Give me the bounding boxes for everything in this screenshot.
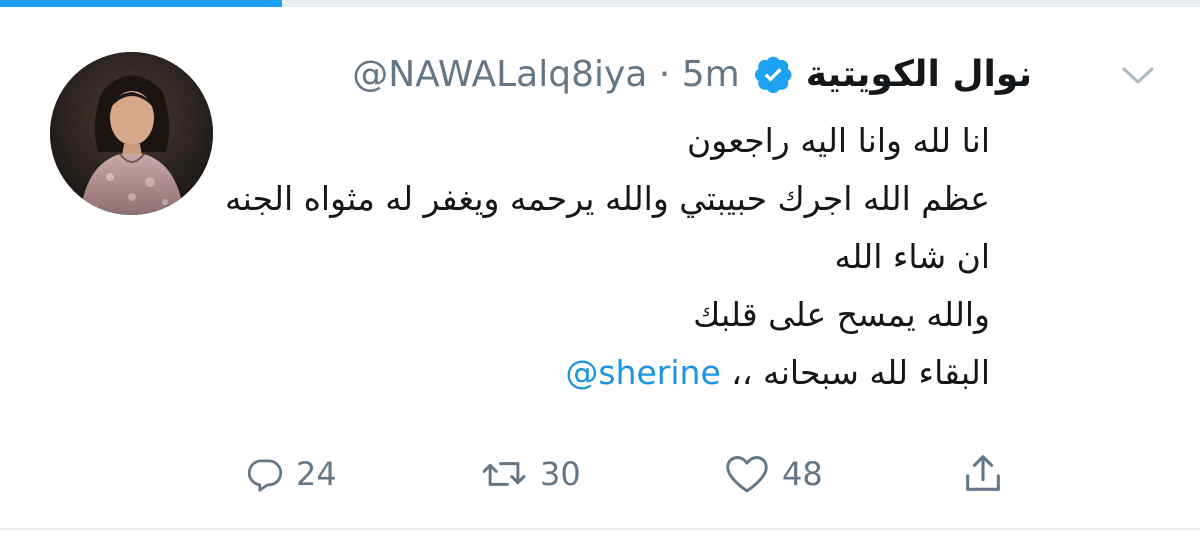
reply-icon bbox=[247, 459, 283, 492]
share-button[interactable] bbox=[960, 450, 1006, 498]
like-button[interactable]: 48 bbox=[722, 450, 823, 498]
avatar-image bbox=[50, 52, 213, 215]
top-progress-fill bbox=[0, 0, 282, 7]
verified-badge-icon bbox=[754, 54, 794, 94]
mention-link[interactable]: @sherine bbox=[565, 353, 720, 392]
reply-count: 24 bbox=[296, 455, 337, 493]
retweet-button[interactable]: 30 bbox=[478, 450, 581, 498]
top-progress-track bbox=[0, 0, 1200, 7]
retweet-count: 30 bbox=[540, 455, 581, 493]
tweet-text: انا لله وانا اليه راجعون عظم الله اجرك ح… bbox=[224, 112, 990, 402]
time-separator: · bbox=[658, 53, 671, 95]
tweet-line-text: البقاء لله سبحانه ،، bbox=[731, 353, 990, 392]
display-name[interactable]: نوال الكويتية bbox=[806, 54, 1032, 95]
tweet-line-last: البقاء لله سبحانه ،، @sherine bbox=[230, 344, 990, 402]
handle-and-time[interactable]: @NAWALalq8iya · 5m bbox=[352, 54, 739, 95]
tweet-line: ان شاء الله bbox=[834, 237, 990, 276]
like-count: 48 bbox=[782, 455, 823, 493]
tweet-actions: 24 30 48 bbox=[0, 450, 1200, 498]
tweet-time[interactable]: 5m bbox=[682, 54, 740, 95]
tweet-divider bbox=[0, 528, 1200, 530]
retweet-icon bbox=[482, 462, 526, 486]
tweet-line: والله يمسح على قلبك bbox=[693, 295, 990, 334]
tweet-line: عظم الله اجرك حبيبتي والله يرحمه ويغفر ل… bbox=[224, 179, 990, 218]
tweet-line: انا لله وانا اليه راجعون bbox=[687, 121, 990, 160]
heart-icon bbox=[726, 456, 768, 493]
avatar[interactable] bbox=[50, 52, 213, 215]
share-icon bbox=[966, 455, 1000, 491]
user-handle[interactable]: @NAWALalq8iya bbox=[352, 54, 647, 95]
reply-button[interactable]: 24 bbox=[244, 450, 337, 498]
tweet-header: @NAWALalq8iya · 5m نوال الكويتية bbox=[352, 48, 1032, 100]
chevron-down-icon[interactable] bbox=[1118, 62, 1158, 88]
